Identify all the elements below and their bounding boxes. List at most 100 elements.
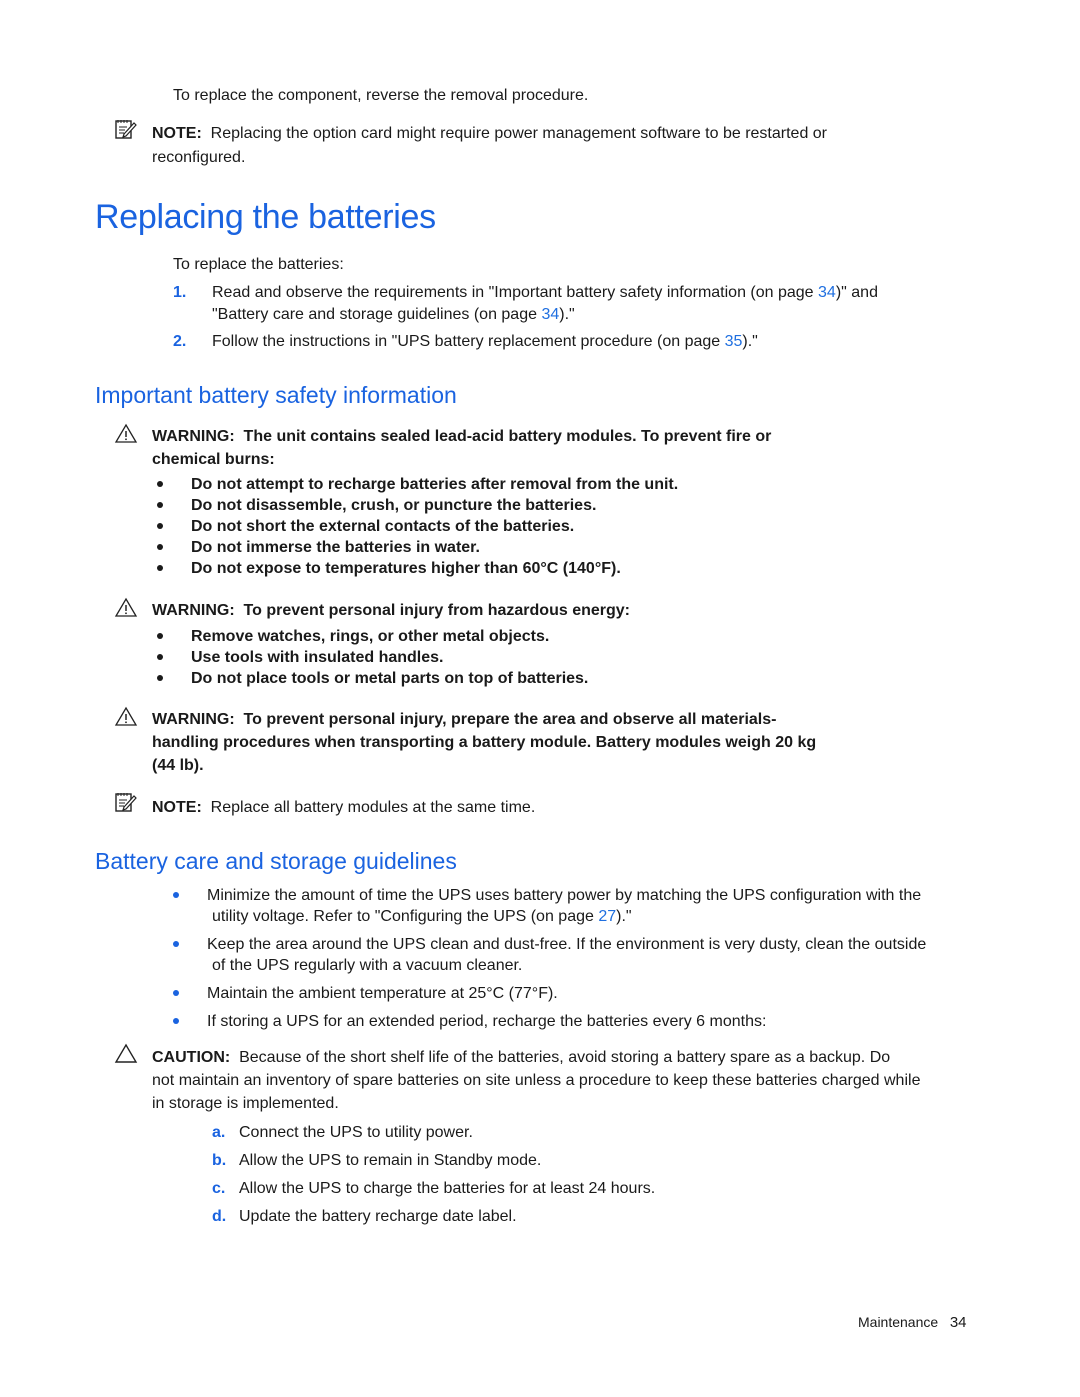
note-replace-all: NOTE: Replace all battery modules at the… xyxy=(152,797,535,819)
page-link-34[interactable]: 34 xyxy=(541,306,559,323)
step-1: 1. xyxy=(173,282,186,304)
substep-letter: b. xyxy=(212,1152,227,1169)
list-item: Do not immerse the batteries in water. xyxy=(152,537,678,558)
warning-icon xyxy=(114,706,138,726)
note-option-card: NOTE: Replacing the option card might re… xyxy=(152,123,827,145)
warning2-list: Remove watches, rings, or other metal ob… xyxy=(152,626,588,689)
substep-text: Allow the UPS to remain in Standby mode. xyxy=(239,1152,542,1169)
step-1-text: Read and observe the requirements in "Im… xyxy=(212,282,878,304)
heading-battery-care: Battery care and storage guidelines xyxy=(95,848,457,874)
step-number: 2. xyxy=(173,333,187,350)
lead-text: To replace the batteries: xyxy=(173,256,344,273)
bullet xyxy=(173,941,179,947)
step-text: Follow the instructions in "UPS battery … xyxy=(212,333,725,350)
bullet xyxy=(157,675,163,681)
list-item-text: Use tools with insulated handles. xyxy=(191,649,444,666)
bullet xyxy=(157,565,163,571)
caution-text-line3: in storage is implemented. xyxy=(152,1095,339,1112)
substep-c: c. Allow the UPS to charge the batteries … xyxy=(212,1178,655,1200)
note-icon xyxy=(115,793,137,812)
warning-label: WARNING: xyxy=(152,711,235,728)
warning-transporting: WARNING: To prevent personal injury, pre… xyxy=(152,709,776,731)
bullet xyxy=(157,502,163,508)
heading-replacing-batteries: Replacing the batteries xyxy=(95,198,436,236)
warning-icon xyxy=(114,597,138,617)
warning1-list: Do not attempt to recharge batteries aft… xyxy=(152,474,678,579)
bullet xyxy=(173,892,179,898)
list-item-text: Remove watches, rings, or other metal ob… xyxy=(191,628,550,645)
intro-text: To replace the component, reverse the re… xyxy=(173,87,589,104)
care-bullet-2: Keep the area around the UPS clean and d… xyxy=(173,934,926,956)
heading-battery-safety: Important battery safety information xyxy=(95,382,457,408)
footer-section: Maintenance xyxy=(858,1314,939,1330)
list-item-text: Do not expose to temperatures higher tha… xyxy=(191,560,621,577)
list-item-text: Do not place tools or metal parts on top… xyxy=(191,670,589,687)
substep-letter: d. xyxy=(212,1208,227,1225)
substep-text: Update the battery recharge date label. xyxy=(239,1208,517,1225)
caution-label: CAUTION: xyxy=(152,1049,231,1066)
care-bullet-3: Maintain the ambient temperature at 25°C… xyxy=(173,983,558,1005)
caution-text-line2: not maintain an inventory of spare batte… xyxy=(152,1072,921,1089)
warning-label: WARNING: xyxy=(152,602,235,619)
list-item-text: Do not attempt to recharge batteries aft… xyxy=(191,476,679,493)
note-text-line2: reconfigured. xyxy=(152,149,246,166)
list-item-text: utility voltage. Refer to "Configuring t… xyxy=(212,908,599,925)
list-item-text: Do not immerse the batteries in water. xyxy=(191,539,480,556)
note-label: NOTE: xyxy=(152,799,202,816)
warning-text: To prevent personal injury from hazardou… xyxy=(243,602,630,619)
substep-letter: a. xyxy=(212,1124,226,1141)
warning-hazardous-energy: WARNING: To prevent personal injury from… xyxy=(152,600,630,622)
bullet xyxy=(173,1018,179,1024)
list-item-text: Keep the area around the UPS clean and d… xyxy=(207,936,927,953)
bullet xyxy=(173,990,179,996)
step-text: "Battery care and storage guidelines (on… xyxy=(212,306,542,323)
substep-text: Allow the UPS to charge the batteries fo… xyxy=(239,1180,656,1197)
list-item: Do not attempt to recharge batteries aft… xyxy=(152,474,678,495)
list-item-text: If storing a UPS for an extended period,… xyxy=(207,1013,767,1030)
page-link-34[interactable]: 34 xyxy=(818,284,836,301)
warning-text-line2: chemical burns: xyxy=(152,451,275,468)
substep-text: Connect the UPS to utility power. xyxy=(239,1124,473,1141)
list-item: Do not short the external contacts of th… xyxy=(152,516,678,537)
warning-text-line3: (44 lb). xyxy=(152,757,204,774)
list-item: Do not disassemble, crush, or puncture t… xyxy=(152,495,678,516)
note-label: NOTE: xyxy=(152,125,202,142)
substep-letter: c. xyxy=(212,1180,226,1197)
list-item-text: Do not disassemble, crush, or puncture t… xyxy=(191,497,597,514)
care-bullet-1: Minimize the amount of time the UPS uses… xyxy=(173,885,921,907)
bullet xyxy=(157,544,163,550)
warning-lead-acid: WARNING: The unit contains sealed lead-a… xyxy=(152,426,771,448)
warning-icon xyxy=(114,423,138,443)
note-icon xyxy=(115,120,137,139)
caution-shelf-life: CAUTION: Because of the short shelf life… xyxy=(152,1047,890,1069)
warning-text: The unit contains sealed lead-acid batte… xyxy=(243,428,772,445)
list-item: Do not expose to temperatures higher tha… xyxy=(152,558,678,579)
step-text: )." xyxy=(559,306,575,323)
page-link-27[interactable]: 27 xyxy=(598,908,616,925)
step-number: 1. xyxy=(173,284,187,301)
step-text: )." xyxy=(742,333,758,350)
caution-icon xyxy=(114,1043,138,1063)
substep-b: b. Allow the UPS to remain in Standby mod… xyxy=(212,1150,541,1172)
step-text: Read and observe the requirements in "Im… xyxy=(212,284,819,301)
substep-a: a. Connect the UPS to utility power. xyxy=(212,1122,473,1144)
care-bullet-4: If storing a UPS for an extended period,… xyxy=(173,1011,766,1033)
page-link-35[interactable]: 35 xyxy=(725,333,743,350)
note-text: Replace all battery modules at the same … xyxy=(210,799,536,816)
list-item: Use tools with insulated handles. xyxy=(152,647,588,668)
caution-text: Because of the short shelf life of the b… xyxy=(239,1049,891,1066)
care-bullet-1-line2: utility voltage. Refer to "Configuring t… xyxy=(212,906,632,928)
warning-text: To prevent personal injury, prepare the … xyxy=(243,711,777,728)
care-bullet-2-line2: of the UPS regularly with a vacuum clean… xyxy=(212,957,523,974)
list-item-text: Maintain the ambient temperature at 25°C… xyxy=(207,985,558,1002)
step-2-text: Follow the instructions in "UPS battery … xyxy=(212,331,758,353)
bullet xyxy=(157,523,163,529)
list-item: Remove watches, rings, or other metal ob… xyxy=(152,626,588,647)
list-item-text: Do not short the external contacts of th… xyxy=(191,518,575,535)
bullet xyxy=(157,654,163,660)
step-2: 2. xyxy=(173,331,186,353)
list-item-text: Minimize the amount of time the UPS uses… xyxy=(207,887,922,904)
warning-label: WARNING: xyxy=(152,428,235,445)
step-text: )" and xyxy=(835,284,878,301)
bullet xyxy=(157,481,163,487)
